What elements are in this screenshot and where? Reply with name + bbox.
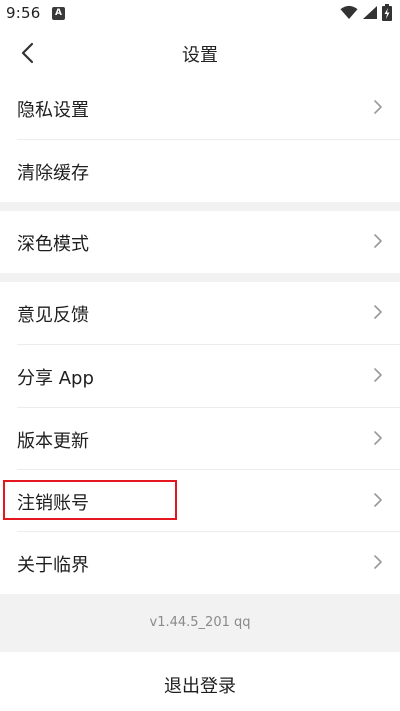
settings-item-privacy[interactable]: 隐私设置 xyxy=(0,77,400,139)
settings-item-label: 分享 App xyxy=(17,368,94,389)
settings-item-version-update[interactable]: 版本更新 xyxy=(0,408,400,470)
settings-item-share-app[interactable]: 分享 App xyxy=(0,345,400,407)
settings-item-feedback[interactable]: 意见反馈 xyxy=(0,282,400,344)
settings-item-label: 隐私设置 xyxy=(17,100,89,121)
notification-a-icon: A xyxy=(52,7,65,20)
status-time: 9:56 xyxy=(6,4,41,22)
version-area: v1.44.5_201 qq xyxy=(0,594,400,652)
chevron-right-icon xyxy=(373,233,383,253)
chevron-right-icon xyxy=(373,304,383,324)
settings-screen: 9:56 A 设置 隐私设置 清除缓存 深色模式 意见反馈 分享 App 版本更… xyxy=(0,0,400,711)
chevron-right-icon xyxy=(373,430,383,450)
chevron-right-icon xyxy=(373,554,383,574)
settings-item-label: 关于临界 xyxy=(17,555,89,576)
nav-bar: 设置 xyxy=(0,28,400,78)
highlight-annotation xyxy=(3,480,177,520)
logout-label: 退出登录 xyxy=(164,676,236,697)
settings-item-about[interactable]: 关于临界 xyxy=(0,532,400,594)
page-title: 设置 xyxy=(182,45,218,66)
logout-button[interactable]: 退出登录 xyxy=(0,652,400,711)
settings-item-label: 意见反馈 xyxy=(17,305,89,326)
battery-charging-icon xyxy=(382,4,392,25)
version-text: v1.44.5_201 qq xyxy=(149,615,251,630)
settings-item-label: 深色模式 xyxy=(17,234,89,255)
wifi-icon xyxy=(340,5,358,24)
section-gap xyxy=(0,273,400,282)
settings-item-dark-mode[interactable]: 深色模式 xyxy=(0,211,400,273)
settings-item-clear-cache[interactable]: 清除缓存 xyxy=(0,140,400,202)
status-bar: 9:56 A xyxy=(0,0,400,28)
chevron-right-icon xyxy=(373,99,383,119)
settings-item-label: 清除缓存 xyxy=(17,163,89,184)
signal-icon xyxy=(362,5,378,24)
chevron-right-icon xyxy=(373,492,383,512)
section-gap xyxy=(0,202,400,211)
settings-item-label: 版本更新 xyxy=(17,431,89,452)
chevron-right-icon xyxy=(373,367,383,387)
